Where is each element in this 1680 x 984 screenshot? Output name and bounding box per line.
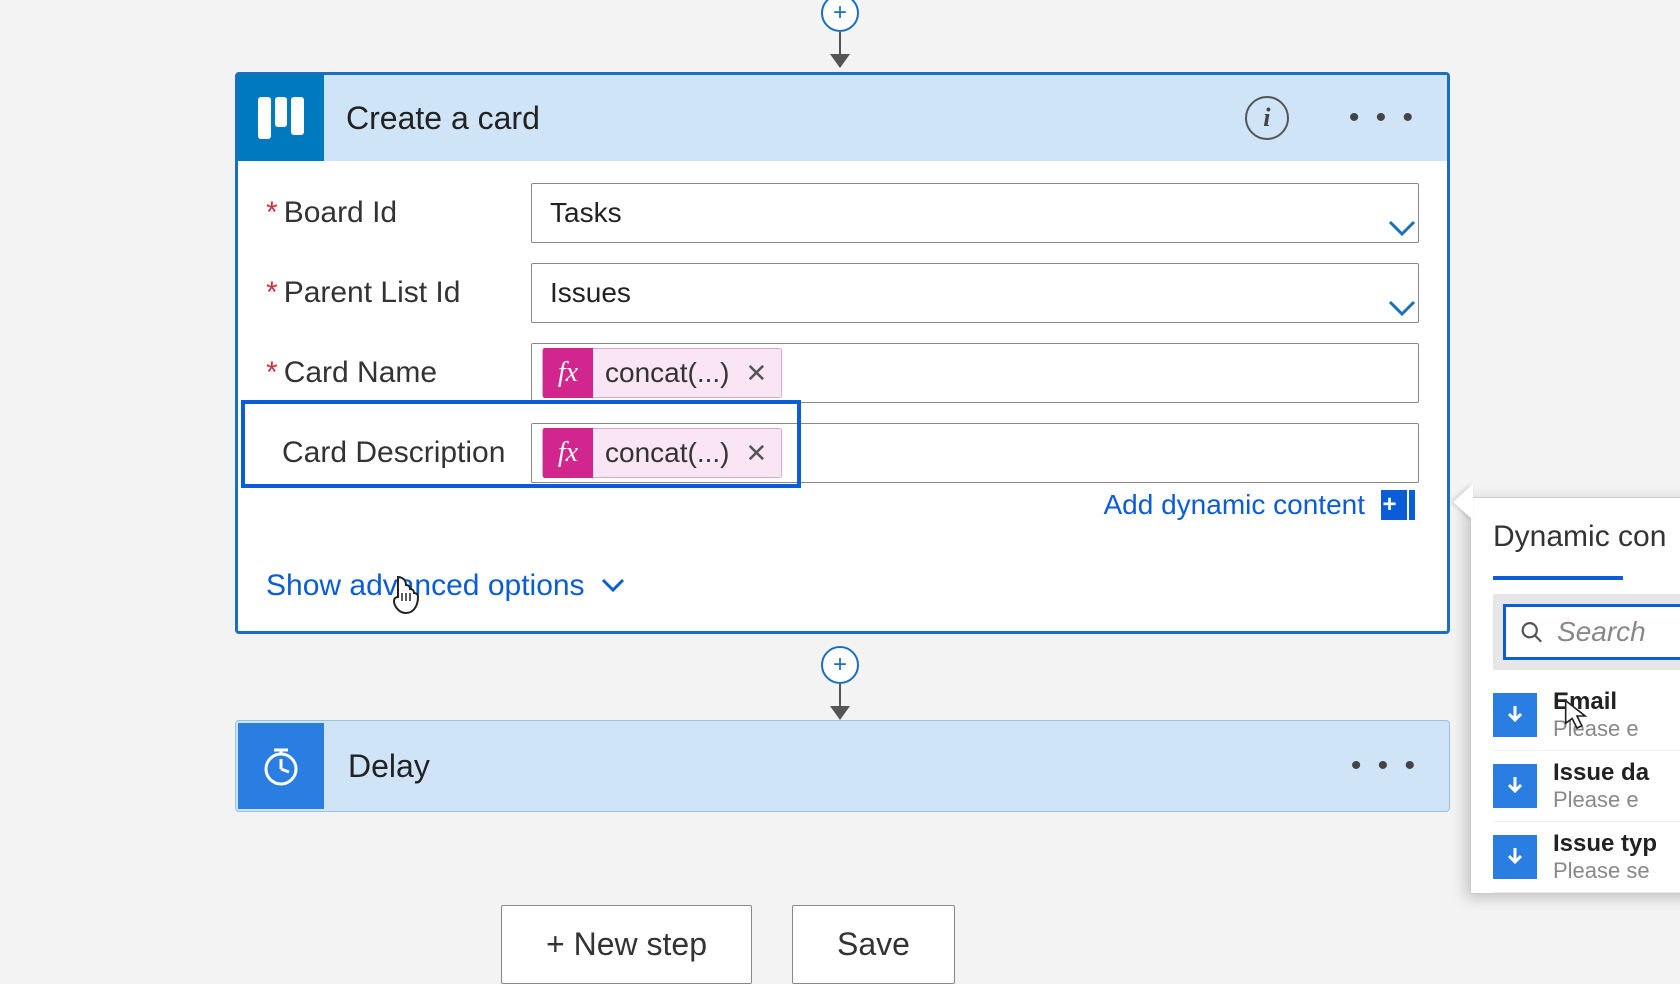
delay-action[interactable]: Delay • • • (235, 720, 1450, 812)
expression-token[interactable]: fx concat(...) ✕ (542, 428, 782, 478)
form-field-icon (1493, 693, 1537, 737)
dynamic-search-container (1493, 594, 1680, 670)
fx-icon: fx (543, 348, 593, 398)
token-text: concat(...) (593, 437, 741, 469)
clock-icon (238, 723, 324, 809)
add-dynamic-content-link[interactable]: Add dynamic content + (1104, 489, 1416, 521)
dynamic-content-panel: Dynamic con Email Please e (1470, 497, 1680, 894)
trello-icon (238, 75, 324, 161)
parent-list-id-select[interactable]: Issues (531, 263, 1419, 323)
remove-token-button[interactable]: ✕ (741, 438, 781, 469)
action-menu-button[interactable]: • • • (1349, 101, 1417, 135)
plus-icon: + (1377, 490, 1407, 520)
flow-connector-middle: + (821, 646, 859, 720)
field-parent-list-id: *Parent List Id Issues (266, 263, 1419, 323)
field-card-description: Card Description fx concat(...) ✕ (266, 423, 1419, 483)
dyn-item-sub: Please se (1553, 858, 1657, 884)
dynamic-search-box[interactable] (1503, 604, 1680, 660)
add-step-button[interactable]: + (821, 0, 859, 32)
search-icon (1520, 619, 1543, 645)
field-label: *Card Name (266, 356, 531, 390)
field-label: Card Description (266, 436, 531, 470)
action-title: Create a card (346, 100, 1245, 137)
add-step-button[interactable]: + (821, 646, 859, 684)
dynamic-search-input[interactable] (1557, 616, 1680, 648)
add-dynamic-label: Add dynamic content (1104, 489, 1366, 521)
connector-line (839, 32, 842, 54)
board-id-select[interactable]: Tasks (531, 183, 1419, 243)
dynamic-content-tab-underline (1493, 576, 1623, 580)
field-board-id: *Board Id Tasks (266, 183, 1419, 243)
connector-line (839, 684, 842, 706)
show-advanced-label: Show advanced options (266, 569, 585, 603)
info-icon[interactable]: i (1245, 96, 1289, 140)
form-field-icon (1493, 835, 1537, 879)
add-dynamic-content-row: Add dynamic content + (266, 489, 1419, 521)
dyn-item-title: Issue typ (1553, 830, 1657, 858)
show-advanced-options[interactable]: Show advanced options (266, 569, 625, 603)
card-name-input[interactable]: fx concat(...) ✕ (531, 343, 1419, 403)
action-body: *Board Id Tasks *Parent List Id Issues (238, 161, 1447, 631)
delay-title: Delay (348, 748, 1291, 785)
form-field-icon (1493, 764, 1537, 808)
field-label: *Parent List Id (266, 276, 531, 310)
action-header[interactable]: Create a card i • • • (238, 75, 1447, 161)
parent-list-id-value: Issues (550, 277, 631, 309)
dyn-item-title: Issue da (1553, 759, 1649, 787)
card-description-input[interactable]: fx concat(...) ✕ (531, 423, 1419, 483)
expression-token[interactable]: fx concat(...) ✕ (542, 348, 782, 398)
dyn-item-sub: Please e (1553, 787, 1649, 813)
chevron-down-icon (601, 578, 625, 594)
create-card-action: Create a card i • • • *Board Id Tasks *P… (235, 72, 1450, 634)
arrow-down-icon (830, 54, 850, 68)
cursor-icon (1562, 699, 1592, 733)
board-id-value: Tasks (550, 197, 622, 229)
dynamic-content-title: Dynamic con (1493, 520, 1680, 554)
token-text: concat(...) (593, 357, 741, 389)
field-card-name: *Card Name fx concat(...) ✕ (266, 343, 1419, 403)
fx-icon: fx (543, 428, 593, 478)
flow-connector-top: + (821, 0, 859, 68)
arrow-down-icon (830, 706, 850, 720)
remove-token-button[interactable]: ✕ (741, 358, 781, 389)
action-menu-button[interactable]: • • • (1351, 749, 1419, 783)
field-label: *Board Id (266, 196, 531, 230)
dynamic-content-item[interactable]: Issue typ Please se (1493, 822, 1680, 893)
dynamic-content-item[interactable]: Issue da Please e (1493, 751, 1680, 822)
